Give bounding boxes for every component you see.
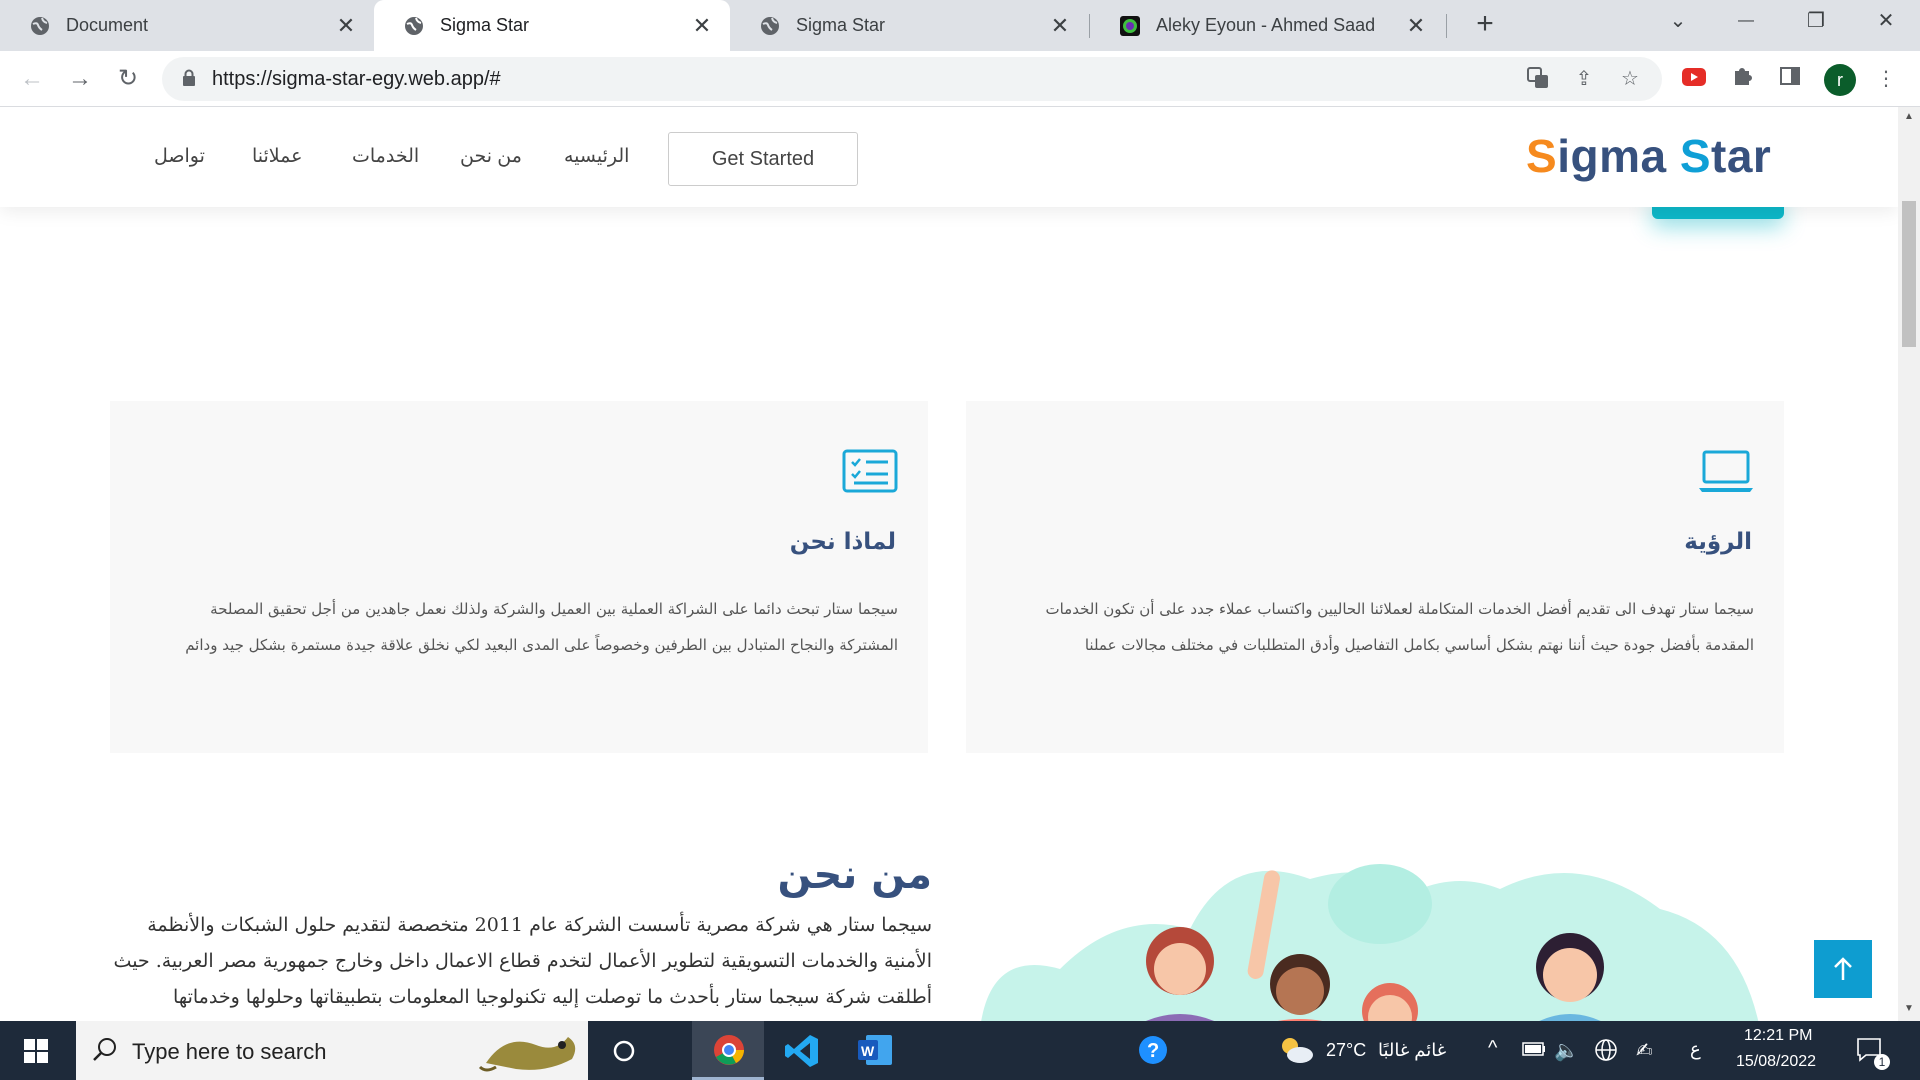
weather-cloud-sun-icon[interactable] — [1278, 1035, 1314, 1070]
nav-about[interactable]: من نحن — [460, 145, 522, 168]
tab-title: Sigma Star — [796, 15, 886, 35]
chevron-up-icon[interactable]: ^ — [1488, 1037, 1497, 1060]
vision-card: الرؤية سيجما ستار تهدف الى تقديم أفضل ال… — [966, 401, 1784, 753]
nav-clients[interactable]: عملائنا — [252, 145, 302, 168]
arrow-up-icon — [1834, 957, 1852, 980]
svg-text:?: ? — [1147, 1040, 1159, 1062]
volume-icon[interactable]: 🔈 — [1554, 1038, 1579, 1063]
url-text[interactable]: https://sigma-star-egy.web.app/# — [212, 68, 501, 91]
get-started-button[interactable]: Get Started — [668, 132, 858, 186]
globe-icon — [405, 16, 423, 35]
laptop-icon — [1699, 450, 1753, 492]
search-placeholder: Type here to search — [132, 1039, 327, 1064]
pen-icon[interactable]: ✍ — [1636, 1038, 1653, 1063]
nav-home[interactable]: الرئيسيه — [564, 145, 629, 168]
about-title: من نحن — [777, 852, 932, 898]
site-logo[interactable]: Sigma Star — [1526, 129, 1771, 183]
vscode-taskbar-app[interactable] — [766, 1021, 838, 1080]
chameleon-search-highlight-icon — [478, 1037, 576, 1072]
checklist-icon — [842, 449, 898, 493]
profile-avatar[interactable]: r — [1824, 64, 1856, 96]
tab-separator — [1446, 14, 1447, 38]
tab-title: Aleky Eyoun - Ahmed Saad — [1156, 15, 1376, 35]
close-icon[interactable]: ✕ — [1404, 13, 1428, 39]
task-view-button[interactable] — [588, 1021, 660, 1080]
why-us-text: سيجما ستار تبحث دائما على الشراكة العملي… — [185, 600, 898, 654]
globe-icon — [761, 16, 779, 35]
vision-text: سيجما ستار تهدف الى تقديم أفضل الخدمات ا… — [1045, 600, 1754, 654]
scroll-up-arrow-icon[interactable]: ▲ — [1898, 111, 1920, 122]
close-icon[interactable]: ✕ — [690, 13, 714, 39]
browser-toolbar: ← → ↻ https://sigma-star-egy.web.app/# ⇪… — [0, 51, 1920, 107]
page-viewport: Sigma Star Get Started الرئيسيه من نحن ا… — [0, 107, 1898, 1021]
why-us-card: لماذا نحن سيجما ستار تبحث دائما على الشر… — [110, 401, 928, 753]
weather-temp[interactable]: 27°C — [1326, 1040, 1366, 1061]
music-app-icon — [1120, 15, 1140, 36]
share-icon[interactable]: ⇪ — [1572, 67, 1596, 91]
scrollbar-thumb[interactable] — [1902, 201, 1916, 347]
close-icon[interactable]: ✕ — [334, 13, 358, 39]
globe-icon — [31, 16, 49, 35]
team-illustration — [981, 864, 1759, 1021]
about-text: سيجما ستار هي شركة مصرية تأسست الشركة عا… — [113, 914, 932, 1008]
chrome-icon — [714, 1035, 744, 1065]
cortana-circle-icon — [613, 1040, 635, 1062]
translate-icon[interactable] — [1526, 67, 1550, 91]
tab-strip: Document ✕ Sigma Star ✕ Sigma Star ✕ Ale… — [0, 0, 1920, 51]
nav-contact[interactable]: تواصل — [154, 145, 205, 168]
tab-document[interactable]: Document ✕ — [0, 0, 374, 51]
site-header: Sigma Star Get Started الرئيسيه من نحن ا… — [0, 107, 1898, 207]
help-icon[interactable]: ? — [1138, 1035, 1170, 1072]
new-tab-button[interactable]: + — [1466, 6, 1504, 44]
tab-search-dropdown-icon[interactable]: ⌄ — [1650, 0, 1706, 44]
extensions-puzzle-icon[interactable] — [1728, 65, 1756, 93]
word-icon: W — [858, 1035, 892, 1065]
search-icon — [93, 1038, 116, 1061]
window-close-button[interactable]: ✕ — [1858, 0, 1914, 44]
page-scrollbar[interactable]: ▲ ▼ — [1898, 107, 1920, 1021]
nav-services[interactable]: الخدمات — [352, 145, 419, 168]
windows-taskbar: Type here to search W ? 27°C غائم غالبًا… — [0, 1021, 1920, 1080]
windows-start-button[interactable] — [0, 1021, 72, 1080]
youtube-extension-icon[interactable] — [1680, 66, 1708, 94]
forward-arrow-icon[interactable]: → — [64, 63, 96, 95]
tab-title: Document — [66, 15, 149, 35]
word-taskbar-app[interactable]: W — [840, 1021, 912, 1080]
clock-date[interactable]: 15/08/2022 — [1736, 1053, 1816, 1071]
restore-button[interactable]: ❐ — [1788, 0, 1844, 44]
vscode-icon — [785, 1035, 818, 1067]
tab-sigma-star[interactable]: Sigma Star ✕ — [730, 0, 1088, 51]
tab-aleky-eyoun[interactable]: Aleky Eyoun - Ahmed Saad ✕ — [1090, 0, 1444, 51]
taskbar-search-box[interactable]: Type here to search — [76, 1021, 588, 1080]
clock-time[interactable]: 12:21 PM — [1744, 1027, 1812, 1045]
address-bar[interactable]: https://sigma-star-egy.web.app/# ⇪ ☆ — [162, 57, 1662, 101]
input-language[interactable]: ع — [1690, 1039, 1701, 1060]
chrome-taskbar-app[interactable] — [692, 1021, 764, 1080]
reload-icon[interactable]: ↻ — [112, 63, 144, 95]
close-icon[interactable]: ✕ — [1048, 13, 1072, 39]
lock-icon — [183, 69, 195, 86]
svg-text:W: W — [861, 1043, 875, 1059]
notification-count-badge: 1 — [1874, 1054, 1890, 1070]
back-to-top-button[interactable] — [1814, 940, 1872, 998]
battery-icon[interactable] — [1522, 1042, 1546, 1061]
more-menu-icon[interactable]: ⋮ — [1872, 65, 1900, 93]
vision-title: الرؤية — [1684, 529, 1752, 555]
side-panel-icon[interactable] — [1776, 65, 1804, 93]
why-us-title: لماذا نحن — [789, 529, 896, 555]
network-globe-icon[interactable] — [1594, 1038, 1618, 1067]
windows-logo-icon — [24, 1039, 48, 1063]
minimize-button[interactable]: — — [1718, 0, 1774, 44]
tab-title: Sigma Star — [440, 15, 530, 35]
scroll-down-arrow-icon[interactable]: ▼ — [1898, 1003, 1920, 1014]
back-arrow-icon[interactable]: ← — [16, 63, 48, 95]
tab-sigma-star-active[interactable]: Sigma Star ✕ — [374, 0, 730, 51]
weather-description[interactable]: غائم غالبًا — [1378, 1040, 1446, 1061]
bookmark-star-icon[interactable]: ☆ — [1618, 67, 1642, 91]
